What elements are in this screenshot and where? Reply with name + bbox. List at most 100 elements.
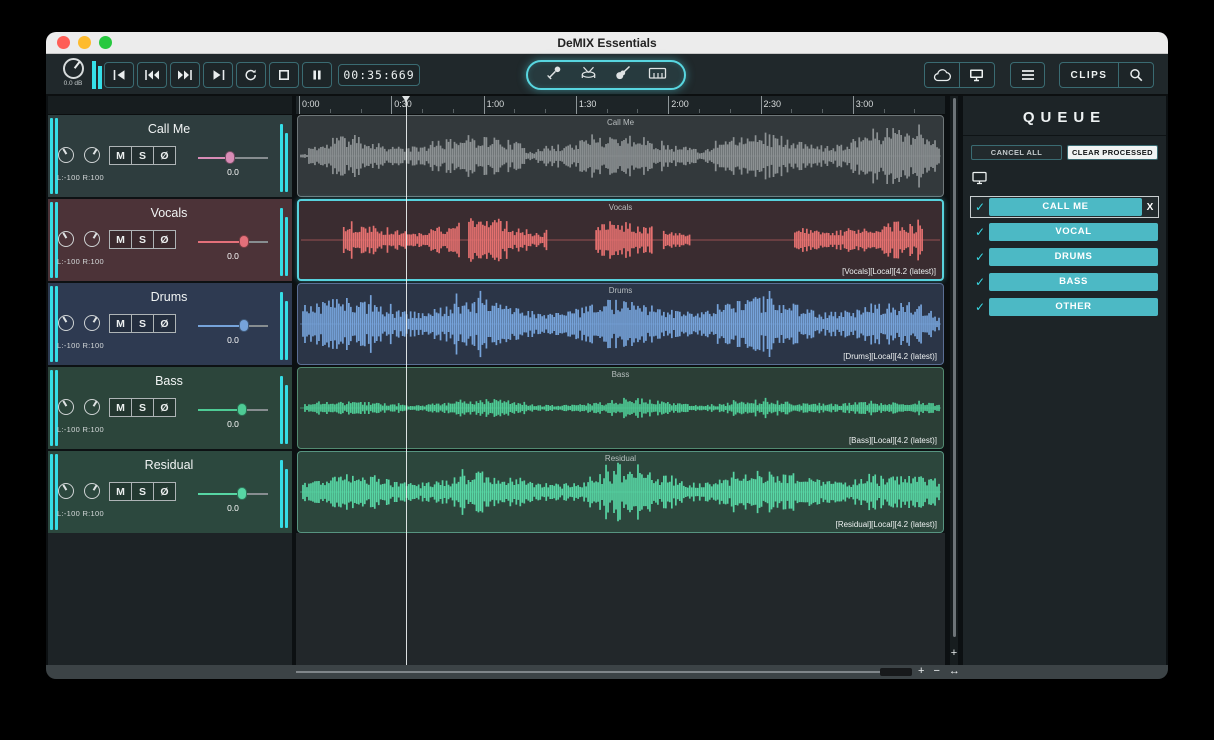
pause-button[interactable]	[302, 62, 332, 88]
ruler-tick: 1:00	[483, 96, 504, 114]
phase-button[interactable]: Ø	[153, 314, 176, 333]
phase-button[interactable]: Ø	[153, 482, 176, 501]
skip-to-end-button[interactable]	[203, 62, 233, 88]
clip-title: Bass	[611, 370, 630, 379]
vertical-scrollbar-thumb[interactable]	[952, 98, 956, 637]
volume-slider-thumb[interactable]	[224, 151, 235, 164]
playhead[interactable]	[402, 96, 410, 665]
horizontal-scrollbar-thumb[interactable]	[880, 668, 912, 676]
audio-clip[interactable]: Bass [Bass][Local][4.2 (latest)]	[297, 367, 944, 449]
mute-button[interactable]: M	[109, 314, 132, 333]
pan-right-knob[interactable]	[84, 315, 100, 331]
queue-item-label[interactable]: BASS	[989, 273, 1158, 291]
cloud-processing-button[interactable]	[924, 62, 960, 88]
track-header[interactable]: Bass M S Ø L:-100 R:100 0.0	[48, 367, 292, 449]
phase-button[interactable]: Ø	[153, 146, 176, 165]
titlebar[interactable]: DeMIX Essentials	[46, 32, 1168, 54]
waveform	[300, 462, 941, 522]
volume-slider-thumb[interactable]	[239, 319, 250, 332]
track-header[interactable]: Residual M S Ø L:-100 R:100 0.0	[48, 451, 292, 533]
queue-item[interactable]: ✓ VOCAL	[971, 222, 1158, 242]
guitar-icon[interactable]	[614, 65, 631, 85]
queue-item[interactable]: ✓ DRUMS	[971, 247, 1158, 267]
pan-right-knob[interactable]	[84, 399, 100, 415]
solo-button[interactable]: S	[131, 398, 154, 417]
track-header[interactable]: Call Me M S Ø L:-100 R:100 0.0	[48, 115, 292, 197]
timeline[interactable]: 0:000:301:001:302:002:303:003 Call Me Vo…	[296, 96, 945, 665]
pan-left-knob[interactable]	[58, 315, 74, 331]
solo-button[interactable]: S	[131, 482, 154, 501]
track-level-meter	[280, 288, 289, 360]
mute-button[interactable]: M	[109, 398, 132, 417]
volume-slider[interactable]	[198, 319, 268, 332]
clip-title: Call Me	[606, 118, 635, 127]
queue-item-label[interactable]: DRUMS	[989, 248, 1158, 266]
rewind-button[interactable]	[137, 62, 167, 88]
audio-clip[interactable]: Call Me	[297, 115, 944, 197]
check-icon: ✓	[974, 200, 986, 214]
pan-left-knob[interactable]	[58, 399, 74, 415]
remove-queue-item-button[interactable]: X	[1142, 202, 1158, 213]
phase-button[interactable]: Ø	[153, 230, 176, 249]
zoom-in-button[interactable]: +	[918, 665, 924, 679]
pan-right-knob[interactable]	[84, 231, 100, 247]
audio-clip[interactable]: Residual [Residual][Local][4.2 (latest)]	[297, 451, 944, 533]
mute-button[interactable]: M	[109, 230, 132, 249]
stop-button[interactable]	[269, 62, 299, 88]
pan-left-knob[interactable]	[58, 483, 74, 499]
search-button[interactable]	[1117, 62, 1154, 88]
vertical-zoom-in-button[interactable]: +	[950, 648, 958, 659]
fast-forward-button[interactable]	[170, 62, 200, 88]
local-processing-button[interactable]	[958, 62, 995, 88]
pan-left-knob[interactable]	[58, 147, 74, 163]
microphone-icon[interactable]	[545, 65, 562, 85]
master-gain-knob[interactable]	[62, 58, 84, 79]
loop-button[interactable]	[236, 62, 266, 88]
transport-controls	[104, 62, 332, 88]
timeline-ruler[interactable]: 0:000:301:001:302:002:303:003	[296, 96, 945, 115]
menu-button[interactable]	[1010, 62, 1045, 88]
volume-slider[interactable]	[198, 487, 268, 500]
vertical-scrollbar[interactable]: +	[950, 96, 958, 665]
skip-to-start-button[interactable]	[104, 62, 134, 88]
drums-icon[interactable]	[579, 65, 598, 85]
waveform	[300, 290, 941, 358]
stem-selector[interactable]	[526, 60, 686, 90]
zoom-fit-button[interactable]: ↔	[949, 665, 960, 679]
volume-slider-thumb[interactable]	[237, 403, 248, 416]
volume-slider-thumb[interactable]	[237, 487, 248, 500]
queue-item[interactable]: ✓ CALL ME X	[970, 196, 1159, 218]
solo-button[interactable]: S	[131, 146, 154, 165]
queue-item[interactable]: ✓ OTHER	[971, 297, 1158, 317]
queue-item-label[interactable]: OTHER	[989, 298, 1158, 316]
cancel-all-button[interactable]: CANCEL ALL	[971, 145, 1062, 160]
volume-slider[interactable]	[198, 151, 268, 164]
pan-right-knob[interactable]	[84, 147, 100, 163]
queue-item[interactable]: ✓ BASS	[971, 272, 1158, 292]
audio-clip[interactable]: Vocals [Vocals][Local][4.2 (latest)]	[297, 199, 944, 281]
clear-processed-button[interactable]: CLEAR PROCESSED	[1067, 145, 1158, 160]
volume-slider[interactable]	[198, 235, 268, 248]
horizontal-scrollbar[interactable]	[296, 665, 912, 679]
phase-button[interactable]: Ø	[153, 398, 176, 417]
clips-button[interactable]: CLIPS	[1059, 62, 1119, 88]
piano-icon[interactable]	[648, 66, 667, 85]
track-name: Drums	[150, 290, 188, 304]
solo-button[interactable]: S	[131, 314, 154, 333]
check-icon: ✓	[974, 225, 986, 239]
volume-slider[interactable]	[198, 403, 268, 416]
audio-clip[interactable]: Drums [Drums][Local][4.2 (latest)]	[297, 283, 944, 365]
queue-item-label[interactable]: VOCAL	[989, 223, 1158, 241]
queue-item-label[interactable]: CALL ME	[989, 198, 1142, 216]
zoom-out-button[interactable]: −	[933, 665, 939, 679]
mute-button[interactable]: M	[109, 482, 132, 501]
window-title: DeMIX Essentials	[557, 36, 657, 50]
track-header[interactable]: Vocals M S Ø L:-100 R:100 0.0	[48, 199, 292, 281]
pan-left-knob[interactable]	[58, 231, 74, 247]
volume-slider-thumb[interactable]	[239, 235, 250, 248]
monitor-icon	[963, 160, 1166, 195]
pan-right-knob[interactable]	[84, 483, 100, 499]
solo-button[interactable]: S	[131, 230, 154, 249]
track-header[interactable]: Drums M S Ø L:-100 R:100 0.0	[48, 283, 292, 365]
mute-button[interactable]: M	[109, 146, 132, 165]
